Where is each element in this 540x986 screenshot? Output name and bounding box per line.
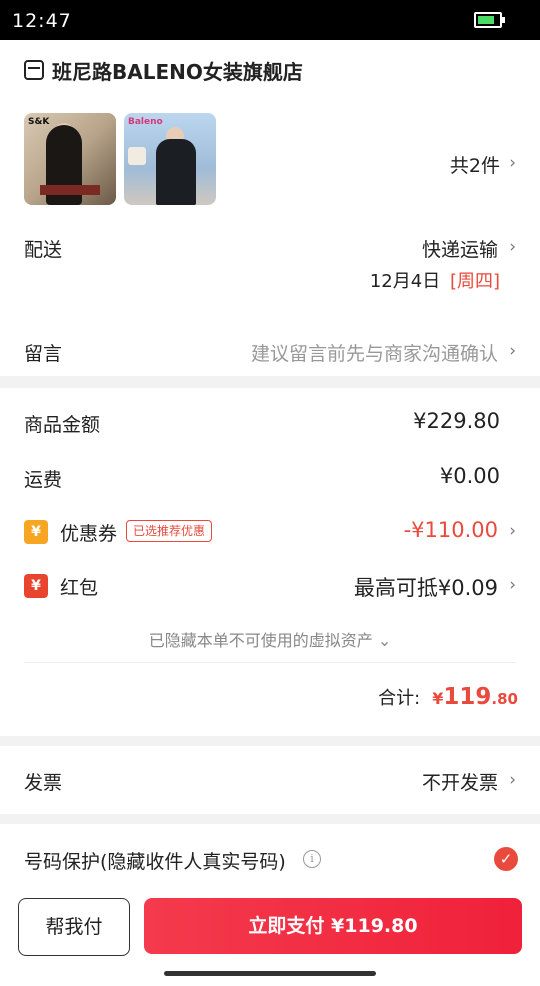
status-time: 12:47: [12, 10, 72, 32]
help-pay-button[interactable]: 帮我付: [18, 898, 130, 956]
shipping-method[interactable]: 快递运输: [422, 235, 498, 262]
delivery-date-row: 12月4日 [周四]: [370, 267, 500, 293]
total-integer: 119: [443, 684, 492, 710]
chevron-right-icon: ›: [509, 770, 516, 790]
coupon-value[interactable]: -¥110.00: [404, 518, 498, 542]
total-decimal: .80: [491, 690, 518, 708]
freight-label: 运费: [24, 469, 63, 491]
invoice-label: 发票: [24, 772, 63, 794]
product-brand-badge: S&K: [28, 117, 50, 127]
privacy-label: 号码保护(隐藏收件人真实号码): [24, 851, 286, 873]
delivery-weekday: [周四]: [449, 271, 500, 292]
pay-now-button[interactable]: 立即支付 ¥119.80: [144, 898, 522, 954]
red-packet-value[interactable]: 最高可抵¥0.09: [354, 572, 498, 602]
status-bar: 12:47: [0, 0, 540, 40]
home-indicator: [164, 971, 376, 976]
coupon-icon: ¥: [24, 520, 48, 544]
coupon-recommend-tag: 已选推荐优惠: [126, 520, 213, 542]
total-row: 合计: ¥119.80: [378, 684, 518, 710]
freight-value: ¥0.00: [439, 464, 500, 488]
product-brand-badge: Baleno: [128, 117, 163, 127]
chevron-down-icon: ⌄: [377, 631, 392, 650]
chevron-right-icon: ›: [509, 153, 516, 173]
red-packet-icon: ¥: [24, 574, 48, 598]
product-thumbnail[interactable]: S&K: [24, 113, 116, 205]
divider: [24, 662, 516, 663]
hidden-assets-toggle[interactable]: 已隐藏本单不可使用的虚拟资产 ⌄: [0, 627, 540, 651]
privacy-checkbox[interactable]: ✓: [494, 847, 518, 871]
order-card: [0, 40, 540, 376]
hidden-assets-text: 已隐藏本单不可使用的虚拟资产: [148, 631, 373, 650]
store-name[interactable]: 班尼路BALENO女装旗舰店: [52, 56, 303, 85]
invoice-value[interactable]: 不开发票: [422, 768, 498, 795]
battery-icon: [474, 12, 505, 28]
chevron-right-icon: ›: [509, 575, 516, 595]
total-currency: ¥: [432, 689, 444, 708]
delivery-date: 12月4日: [369, 271, 441, 292]
store-icon: [24, 60, 44, 80]
total-label: 合计:: [378, 688, 421, 709]
product-count[interactable]: 共2件: [450, 151, 500, 178]
message-input[interactable]: 建议留言前先与商家沟通确认: [251, 339, 498, 366]
goods-amount-value: ¥229.80: [413, 409, 500, 433]
message-label: 留言: [24, 343, 63, 365]
goods-amount-label: 商品金额: [24, 414, 101, 436]
chevron-right-icon: ›: [509, 237, 516, 257]
red-packet-label: 红包: [60, 577, 99, 599]
chevron-right-icon: ›: [509, 521, 516, 541]
shipping-label: 配送: [24, 239, 63, 261]
coupon-label: 优惠券: [60, 523, 118, 545]
product-thumbnail[interactable]: Baleno: [124, 113, 216, 205]
info-icon[interactable]: i: [303, 850, 321, 868]
chevron-right-icon: ›: [509, 341, 516, 361]
